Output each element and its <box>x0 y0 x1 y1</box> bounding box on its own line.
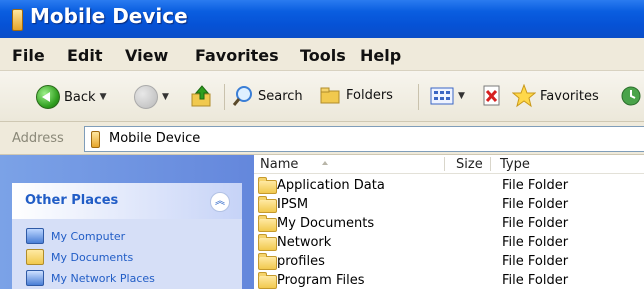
file-type: File Folder <box>502 254 569 269</box>
table-row[interactable]: Network File Folder <box>258 234 644 253</box>
back-button[interactable]: Back ▼ <box>36 85 106 109</box>
computer-icon <box>26 228 44 244</box>
folder-icon <box>258 253 277 270</box>
search-label: Search <box>258 88 303 104</box>
menu-file[interactable]: File <box>12 46 45 65</box>
delete-icon <box>483 85 500 106</box>
other-places-title: Other Places <box>25 193 119 208</box>
views-icon <box>430 87 454 105</box>
mobile-device-icon <box>12 9 23 31</box>
column-header-row: Name Size Type <box>254 155 644 174</box>
table-row[interactable]: IPSM File Folder <box>258 196 644 215</box>
star-icon <box>512 84 536 108</box>
address-bar: Address Mobile Device <box>0 122 644 155</box>
search-button[interactable]: Search <box>232 85 303 107</box>
sort-arrow-icon <box>322 161 328 165</box>
folder-icon <box>258 177 277 194</box>
menu-view[interactable]: View <box>125 46 168 65</box>
up-folder-icon <box>191 85 211 107</box>
table-row[interactable]: profiles File Folder <box>258 253 644 272</box>
delete-button[interactable] <box>482 85 502 107</box>
file-type: File Folder <box>502 216 569 231</box>
forward-dropdown-icon[interactable]: ▼ <box>162 92 169 102</box>
window-title: Mobile Device <box>30 4 188 28</box>
collapse-chevron-icon[interactable]: ︽ <box>210 192 230 212</box>
favorites-button[interactable]: Favorites <box>512 84 599 108</box>
place-label: My Computer <box>51 229 126 243</box>
mobile-device-icon <box>91 131 100 148</box>
file-type: File Folder <box>502 273 569 288</box>
back-dropdown-icon[interactable]: ▼ <box>100 92 107 102</box>
place-my-documents[interactable]: My Documents <box>26 249 133 265</box>
back-arrow-icon <box>36 85 60 109</box>
file-name: Network <box>277 235 332 250</box>
file-type: File Folder <box>502 235 569 250</box>
folders-label: Folders <box>346 87 393 103</box>
menu-edit[interactable]: Edit <box>67 46 103 65</box>
folders-icon <box>320 87 340 104</box>
place-my-network-places[interactable]: My Network Places <box>26 270 155 286</box>
column-divider[interactable] <box>490 157 491 171</box>
address-field[interactable]: Mobile Device <box>84 126 644 152</box>
views-button[interactable]: ▼ <box>430 87 465 105</box>
table-row[interactable]: Program Files File Folder <box>258 272 644 291</box>
toolbar-separator <box>418 84 419 110</box>
folders-button[interactable]: Folders <box>320 85 393 105</box>
toolbar-separator <box>224 84 225 110</box>
column-divider[interactable] <box>444 157 445 171</box>
table-row[interactable]: Application Data File Folder <box>258 177 644 196</box>
folder-icon <box>258 234 277 251</box>
forward-arrow-icon <box>134 85 158 109</box>
place-label: My Network Places <box>51 271 155 285</box>
column-type[interactable]: Type <box>500 157 530 172</box>
up-folder-button[interactable] <box>190 84 214 108</box>
file-name: My Documents <box>277 216 375 231</box>
views-dropdown-icon[interactable]: ▼ <box>458 91 465 101</box>
file-type: File Folder <box>502 197 569 212</box>
documents-folder-icon <box>26 249 44 265</box>
address-value: Mobile Device <box>109 131 201 146</box>
file-list: Name Size Type Application Data File Fol… <box>254 155 644 289</box>
history-button[interactable] <box>620 85 642 107</box>
back-label: Back <box>64 89 96 105</box>
favorites-label: Favorites <box>540 88 599 104</box>
column-size[interactable]: Size <box>456 157 483 172</box>
file-name: Program Files <box>277 273 365 288</box>
menu-tools[interactable]: Tools <box>300 46 346 65</box>
other-places-panel: Other Places ︽ My Computer My Documents … <box>12 183 242 289</box>
column-name[interactable]: Name <box>260 157 298 172</box>
table-row[interactable]: My Documents File Folder <box>258 215 644 234</box>
network-icon <box>26 270 44 286</box>
history-icon <box>621 86 641 106</box>
folder-icon <box>258 272 277 289</box>
other-places-header[interactable]: Other Places ︽ <box>12 183 242 219</box>
title-bar[interactable]: Mobile Device <box>0 0 644 38</box>
folder-icon <box>258 196 277 213</box>
menu-bar: File Edit View Favorites Tools Help <box>0 38 644 71</box>
place-label: My Documents <box>51 250 134 264</box>
place-my-computer[interactable]: My Computer <box>26 228 125 244</box>
file-name: Application Data <box>277 178 385 193</box>
task-pane: Other Places ︽ My Computer My Documents … <box>0 155 254 289</box>
menu-help[interactable]: Help <box>360 46 401 65</box>
menu-favorites[interactable]: Favorites <box>195 46 279 65</box>
address-label: Address <box>12 131 64 146</box>
forward-button[interactable]: ▼ <box>134 85 169 109</box>
search-icon <box>232 86 252 106</box>
file-name: IPSM <box>277 197 309 212</box>
file-type: File Folder <box>502 178 569 193</box>
file-name: profiles <box>277 254 325 269</box>
folder-icon <box>258 215 277 232</box>
